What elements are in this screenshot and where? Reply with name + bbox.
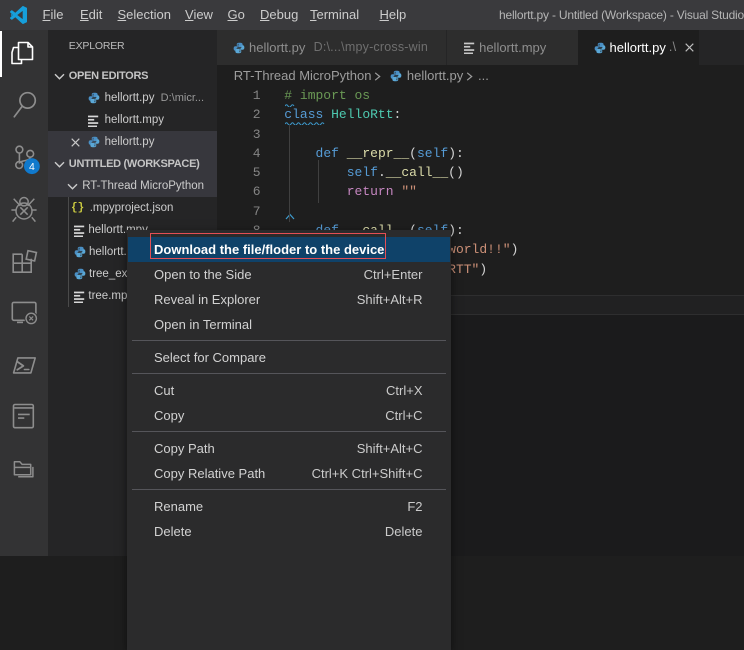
svg-text:4: 4 xyxy=(29,161,35,173)
